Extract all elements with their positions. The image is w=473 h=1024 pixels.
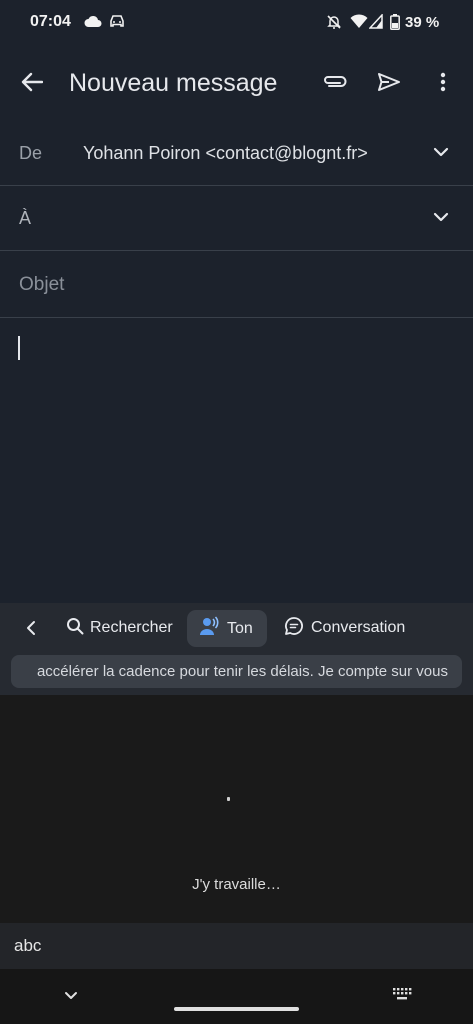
- strip-back-button[interactable]: [18, 617, 44, 643]
- search-chip-label: Rechercher: [90, 619, 173, 636]
- from-value[interactable]: Yohann Poiron <contact@blognt.fr>: [83, 143, 368, 164]
- keyboard-icon: [392, 987, 412, 1006]
- send-icon: [377, 72, 401, 97]
- chevron-left-icon: [26, 620, 36, 641]
- status-time: 07:04: [30, 13, 71, 30]
- wifi-icon: [350, 14, 368, 34]
- signal-icon: [368, 13, 383, 34]
- tone-icon: [198, 615, 220, 642]
- cloud-icon: [84, 14, 102, 33]
- chevron-down-icon: [64, 987, 78, 1005]
- subject-field[interactable]: Objet: [19, 274, 64, 296]
- message-body-field[interactable]: [0, 318, 473, 603]
- search-chip[interactable]: Rechercher: [60, 611, 179, 645]
- home-gesture-handle[interactable]: [174, 1007, 299, 1011]
- to-field[interactable]: À: [19, 208, 31, 229]
- loading-text: J'y travaille…: [192, 876, 281, 893]
- conversation-chip[interactable]: Conversation: [280, 611, 409, 645]
- back-button[interactable]: [14, 66, 50, 102]
- to-expand-button[interactable]: [428, 205, 454, 231]
- car-icon: [109, 14, 125, 33]
- attach-button[interactable]: [318, 66, 352, 102]
- chevron-down-icon: [433, 144, 449, 162]
- divider: [0, 185, 473, 186]
- conversation-chip-label: Conversation: [311, 619, 406, 636]
- suggestion-preview-text: accélérer la cadence pour tenir les déla…: [36, 663, 448, 680]
- tone-chip-label: Ton: [227, 619, 253, 637]
- chevron-down-icon: [433, 209, 449, 227]
- loading-spinner: [227, 797, 230, 801]
- more-options-button[interactable]: [428, 66, 458, 102]
- keyboard-switch-button[interactable]: [390, 986, 414, 1006]
- text-cursor: [18, 336, 20, 360]
- back-arrow-icon: [21, 72, 44, 97]
- from-expand-button[interactable]: [428, 140, 454, 166]
- hide-keyboard-button[interactable]: [58, 984, 84, 1008]
- battery-icon: [390, 14, 400, 35]
- suggestion-preview[interactable]: accélérer la cadence pour tenir les déla…: [11, 655, 462, 688]
- tone-chip[interactable]: Ton: [187, 610, 267, 647]
- divider: [0, 250, 473, 251]
- more-vert-icon: [440, 72, 446, 97]
- send-button[interactable]: [372, 66, 406, 102]
- paperclip-icon: [322, 75, 348, 94]
- search-icon: [66, 617, 84, 640]
- abc-switch-button[interactable]: abc: [14, 936, 41, 956]
- from-label: De: [19, 143, 43, 163]
- page-title: Nouveau message: [69, 69, 278, 97]
- keyboard-mode-row: [0, 923, 473, 969]
- chat-bubble-icon: [284, 616, 304, 641]
- notifications-off-icon: [326, 14, 342, 35]
- battery-percentage: 39 %: [405, 14, 440, 31]
